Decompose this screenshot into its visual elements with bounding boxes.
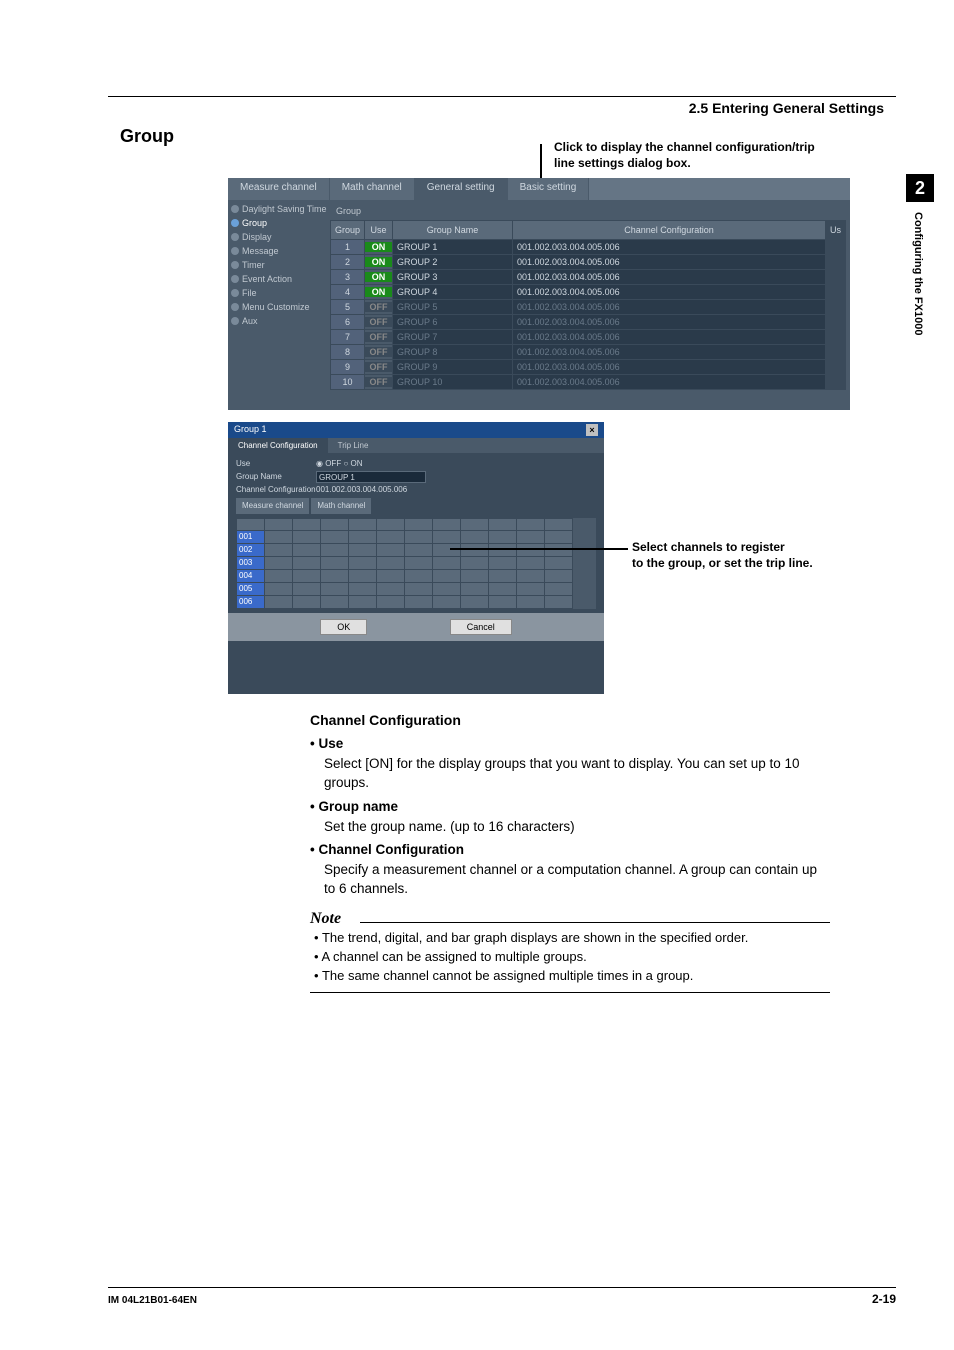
table-row[interactable]: 5OFFGROUP 5001.002.003.004.005.006 [331, 300, 846, 315]
dialog-title: Group 1 [234, 424, 267, 436]
tab-channel-config[interactable]: Channel Configuration [228, 438, 328, 453]
body-content: Channel Configuration • Use Select [ON] … [310, 710, 830, 993]
page-title: Group [120, 126, 174, 147]
sidebar-item[interactable]: Display [228, 230, 326, 244]
channel-config-value: 001.002.003.004.005.006 [316, 484, 407, 496]
callout-line-2 [450, 548, 628, 550]
col-group: Group [331, 221, 365, 240]
ok-button[interactable]: OK [320, 619, 367, 635]
col-cconf: Channel Configuration [513, 221, 826, 240]
settings-sidebar: Daylight Saving Time Group Display Messa… [228, 200, 326, 410]
table-row[interactable]: 4ONGROUP 4001.002.003.004.005.006 [331, 285, 846, 300]
table-row[interactable]: 8OFFGROUP 8001.002.003.004.005.006 [331, 345, 846, 360]
table-row[interactable]: 3ONGROUP 3001.002.003.004.005.006 [331, 270, 846, 285]
main-tabs: Measure channel Math channel General set… [228, 178, 850, 200]
table-row[interactable]: 6OFFGROUP 6001.002.003.004.005.006 [331, 315, 846, 330]
tab-measure[interactable]: Measure channel [228, 178, 330, 200]
sidebar-item[interactable]: Timer [228, 258, 326, 272]
item-cc-title: • Channel Configuration [310, 840, 830, 860]
sidebar-item[interactable]: Aux [228, 314, 326, 328]
sidebar-item[interactable]: Event Action [228, 272, 326, 286]
tab-math[interactable]: Math channel [330, 178, 415, 200]
group-name-input[interactable] [316, 471, 426, 483]
footer-right: 2-19 [872, 1292, 896, 1306]
radio-off[interactable]: ◉ OFF [316, 458, 341, 470]
radio-on[interactable]: ○ ON [343, 458, 362, 470]
group-name-label: Group Name [236, 471, 316, 483]
sidebar-item[interactable]: Daylight Saving Time [228, 202, 326, 216]
callout-1: Click to display the channel configurati… [554, 140, 815, 171]
section-header: 2.5 Entering General Settings [689, 100, 884, 116]
col-use: Use [365, 221, 393, 240]
item-cc-body: Specify a measurement channel or a compu… [324, 860, 830, 899]
channel-config-label: Channel Configuration [236, 484, 316, 496]
close-icon[interactable]: × [586, 424, 598, 436]
screenshot-group-dialog: Group 1 × Channel Configuration Trip Lin… [228, 422, 604, 694]
use-label: Use [236, 458, 316, 470]
sidebar-item[interactable]: Message [228, 244, 326, 258]
measure-channel-button[interactable]: Measure channel [236, 498, 309, 514]
sidebar-item[interactable]: Group [228, 216, 326, 230]
tab-trip-line[interactable]: Trip Line [328, 438, 379, 453]
note-list: The trend, digital, and bar graph displa… [310, 929, 830, 986]
tab-basic[interactable]: Basic setting [508, 178, 590, 200]
item-gn-title: • Group name [310, 797, 830, 817]
item-gn-body: Set the group name. (up to 16 characters… [324, 817, 830, 837]
note-title: Note [310, 907, 341, 930]
col-gname: Group Name [393, 221, 513, 240]
screenshot-group-table: Measure channel Math channel General set… [228, 178, 850, 410]
channel-grid[interactable]: 001 002 003 004 005 006 [236, 518, 573, 609]
math-channel-button[interactable]: Math channel [311, 498, 371, 514]
chapter-title: Configuring the FX1000 [912, 212, 924, 335]
footer-left: IM 04L21B01-64EN [108, 1295, 197, 1306]
group-table: Group Use Group Name Channel Configurati… [330, 220, 846, 390]
table-row[interactable]: 7OFFGROUP 7001.002.003.004.005.006 [331, 330, 846, 345]
callout-2: Select channels to register to the group… [632, 540, 813, 571]
tab-general[interactable]: General setting [415, 178, 508, 200]
chapter-number: 2 [906, 174, 934, 202]
col-us: Us [826, 221, 846, 240]
table-row[interactable]: 9OFFGROUP 9001.002.003.004.005.006 [331, 360, 846, 375]
item-use-body: Select [ON] for the display groups that … [324, 754, 830, 793]
sidebar-item[interactable]: File [228, 286, 326, 300]
cancel-button[interactable]: Cancel [450, 619, 512, 635]
chapter-side-tab: 2 Configuring the FX1000 [906, 174, 934, 394]
table-row[interactable]: 10OFFGROUP 10001.002.003.004.005.006 [331, 375, 846, 390]
table-row[interactable]: 1ONGROUP 1001.002.003.004.005.006 [331, 240, 846, 255]
table-row[interactable]: 2ONGROUP 2001.002.003.004.005.006 [331, 255, 846, 270]
item-use-title: • Use [310, 734, 830, 754]
fieldset-label: Group [330, 206, 846, 216]
sidebar-item[interactable]: Menu Customize [228, 300, 326, 314]
cc-heading: Channel Configuration [310, 710, 830, 730]
